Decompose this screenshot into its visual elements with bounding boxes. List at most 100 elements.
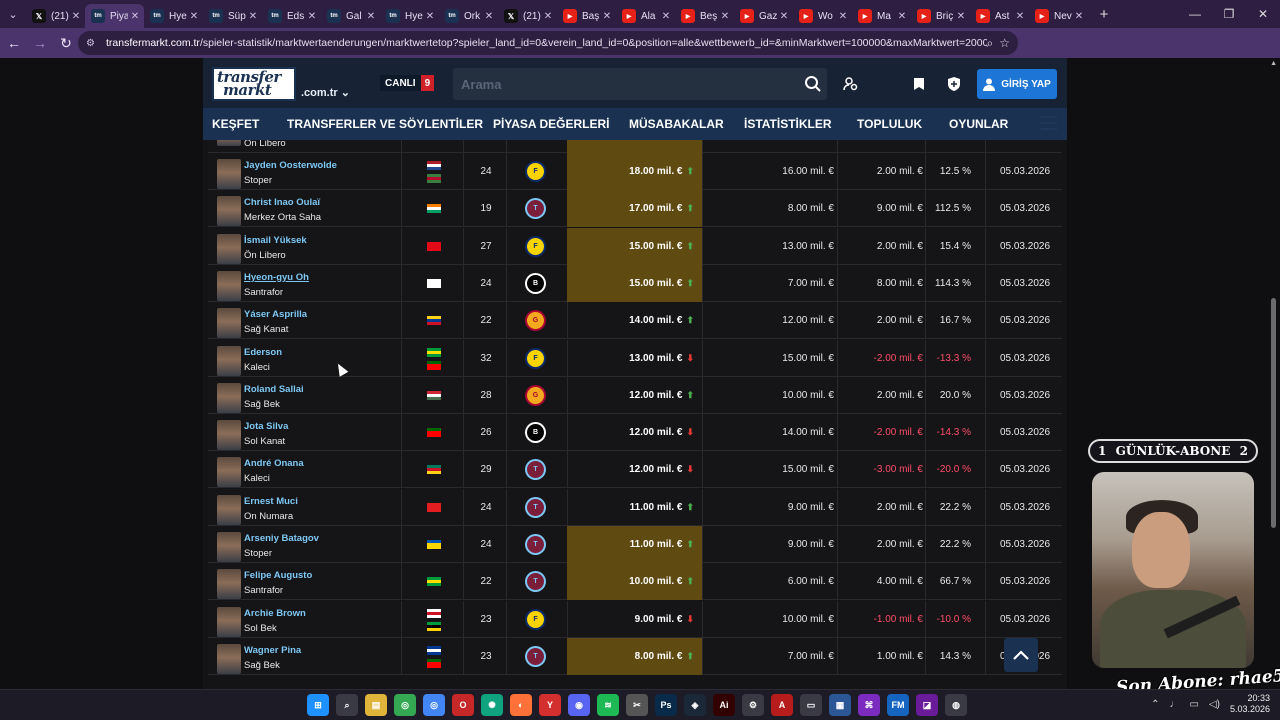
tab-close-icon[interactable]: ✕ (895, 11, 909, 22)
tab-close-icon[interactable]: ✕ (1013, 11, 1027, 22)
tab-close-icon[interactable]: ✕ (659, 11, 673, 22)
system-clock[interactable]: 20:33 5.03.2026 (1230, 693, 1270, 715)
browser-tab[interactable]: tm Hye ✕ (380, 4, 439, 28)
bookmark-icon[interactable] (909, 74, 929, 94)
browser-tab[interactable]: 𝕏 (21) ✕ (26, 4, 85, 28)
club-crest-besiktas-icon[interactable]: B (527, 274, 544, 292)
player-name-link[interactable]: Arseniy Batagov (244, 533, 319, 544)
bookmark-star-icon[interactable]: ☆ (999, 36, 1010, 51)
nav-item-competitions[interactable]: MÜSABAKALAR (629, 117, 724, 131)
player-photo[interactable] (217, 606, 241, 637)
country-domain-selector[interactable]: .com.tr ⌄ (301, 86, 350, 99)
hamburger-menu-icon[interactable] (1041, 116, 1057, 130)
tab-close-icon[interactable]: ✕ (954, 11, 968, 22)
back-icon[interactable]: ← (2, 31, 26, 55)
search-input[interactable]: Arama (453, 68, 827, 100)
browser-tab[interactable]: ▶ Gaz ✕ (734, 4, 793, 28)
spotify-icon[interactable]: ≋ (597, 694, 619, 716)
nationality-flag-portugal[interactable] (427, 360, 441, 370)
acrobat-icon[interactable]: A (771, 694, 793, 716)
search-icon[interactable] (799, 70, 827, 98)
nav-item-statistics[interactable]: İSTATİSTİKLER (744, 117, 832, 131)
player-name-link[interactable]: Jayden Oosterwolde (244, 160, 337, 171)
illustrator-icon[interactable]: Ai (713, 694, 735, 716)
player-name-link[interactable]: Wagner Pina (244, 645, 301, 656)
player-name-link[interactable]: Hyeon-gyu Oh (244, 272, 309, 283)
player-name-link[interactable]: Felipe Augusto (244, 570, 312, 581)
player-photo[interactable] (217, 270, 241, 301)
nationality-flag-england[interactable] (427, 608, 441, 618)
browser-tab[interactable]: tm Piya ✕ (85, 4, 144, 28)
player-photo[interactable] (217, 457, 241, 488)
nationality-flag-netherlands[interactable] (427, 161, 441, 170)
page-scrollbar[interactable] (1271, 64, 1277, 684)
scrollbar-thumb[interactable] (1271, 298, 1276, 528)
player-photo[interactable] (217, 532, 241, 562)
browser-tab[interactable]: ▶ Ma ✕ (852, 4, 911, 28)
player-photo[interactable] (217, 643, 241, 674)
settings-icon[interactable]: ⚙ (742, 694, 764, 716)
browser-tab[interactable]: ▶ Nev ✕ (1029, 4, 1088, 28)
new-tab-button[interactable]: + (1092, 2, 1116, 26)
player-photo[interactable] (217, 420, 241, 451)
microphone-icon[interactable]: ♩ (1169, 699, 1179, 710)
restore-icon[interactable]: ❐ (1212, 0, 1246, 28)
browser-tab[interactable]: tm Hye ✕ (144, 4, 203, 28)
site-info-icon[interactable]: ⚙ (86, 38, 100, 49)
nationality-flag-jamaica[interactable] (427, 621, 441, 631)
tab-close-icon[interactable]: ✕ (305, 11, 319, 22)
player-photo[interactable] (217, 196, 241, 227)
player-photo[interactable] (217, 345, 241, 376)
nationality-flag-brazil[interactable] (427, 347, 441, 357)
network-icon[interactable]: ▭ (1189, 699, 1198, 710)
player-photo[interactable] (217, 159, 241, 189)
player-photo[interactable] (217, 494, 241, 525)
nationality-flag-colombia[interactable] (427, 316, 441, 326)
tab-close-icon[interactable]: ✕ (246, 11, 260, 22)
yandex-icon[interactable]: Y (539, 694, 561, 716)
app-icon[interactable]: ◪ (916, 694, 938, 716)
zoom-icon[interactable]: ⌕ (987, 36, 994, 51)
player-name-link[interactable]: Ederson (244, 347, 282, 358)
chatgpt-icon[interactable]: ✺ (481, 694, 503, 716)
nationality-flag-turkey[interactable] (427, 241, 441, 251)
tab-close-icon[interactable]: ✕ (69, 11, 83, 22)
browser-tab[interactable]: ▶ Ast ✕ (970, 4, 1029, 28)
nationality-flag-hungary[interactable] (427, 390, 441, 400)
nationality-flag-cameroon[interactable] (427, 465, 441, 475)
search-icon[interactable]: ⌕ (336, 694, 358, 716)
club-crest-besiktas-icon[interactable]: B (527, 424, 544, 442)
shield-icon[interactable] (944, 74, 964, 94)
chrome-icon[interactable]: ◎ (394, 694, 416, 716)
nationality-flag-suriname[interactable] (427, 174, 441, 183)
browser-tab[interactable]: ▶ Wo ✕ (793, 4, 852, 28)
discord-icon[interactable]: ◉ (568, 694, 590, 716)
tray-chevron-up-icon[interactable]: ⌃ (1151, 699, 1159, 710)
player-name-link[interactable]: Jota Silva (244, 421, 288, 432)
club-crest-fenerbahce-icon[interactable]: F (527, 237, 544, 255)
browser-tab[interactable]: ▶ Baş ✕ (557, 4, 616, 28)
app-icon[interactable]: ▦ (829, 694, 851, 716)
browser-tab[interactable]: ▶ Beş ✕ (675, 4, 734, 28)
player-name-link[interactable]: Christ Inao Oulaï (244, 197, 320, 208)
browser-tab[interactable]: ▶ Briç ✕ (911, 4, 970, 28)
minimize-icon[interactable]: — (1178, 0, 1212, 28)
back-to-top-button[interactable] (1004, 638, 1038, 672)
tab-close-icon[interactable]: ✕ (364, 11, 378, 22)
browser-tab[interactable]: tm Süp ✕ (203, 4, 262, 28)
browser-tab[interactable]: tm Ork ✕ (439, 4, 498, 28)
transfermarkt-logo[interactable]: transfer markt (212, 67, 296, 101)
live-scores-button[interactable]: CANLI 9 (380, 75, 435, 91)
club-crest-galatasaray-icon[interactable]: G (527, 312, 544, 330)
tab-close-icon[interactable]: ✕ (482, 11, 496, 22)
nav-item-games[interactable]: OYUNLAR (949, 117, 1008, 131)
tab-close-icon[interactable]: ✕ (541, 11, 555, 22)
player-name-link[interactable]: Yáser Asprilla (244, 309, 307, 320)
club-crest-trabzonspor-icon[interactable]: T (527, 573, 544, 591)
app-icon[interactable]: ⌘ (858, 694, 880, 716)
forward-icon[interactable]: → (28, 31, 52, 55)
obs-icon[interactable]: ◍ (945, 694, 967, 716)
nationality-flag-portugal[interactable] (427, 428, 441, 438)
club-crest-trabzonspor-icon[interactable]: T (527, 200, 544, 218)
user-search-icon[interactable] (841, 74, 861, 94)
